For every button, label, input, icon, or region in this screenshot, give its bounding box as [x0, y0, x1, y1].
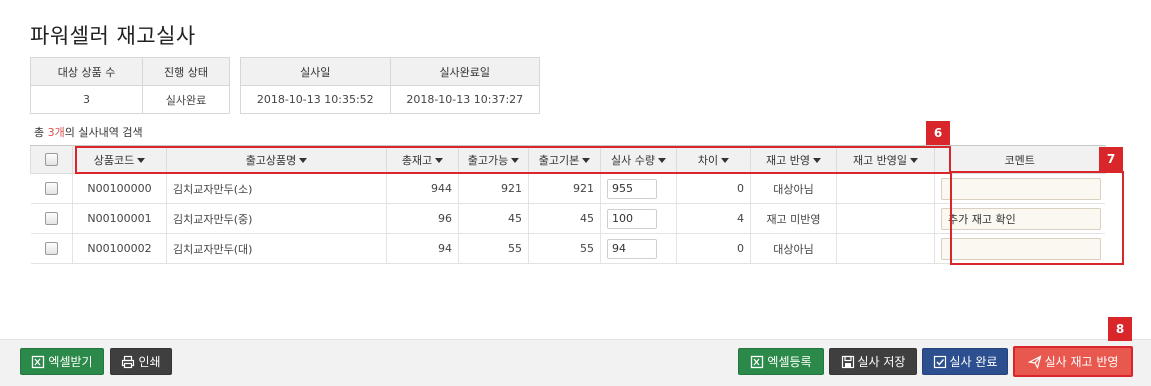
row-checkbox[interactable] — [44, 182, 58, 196]
save-icon — [841, 355, 854, 368]
summary-header-complete-date: 실사완료일 — [389, 57, 540, 86]
annotation-badge-7: 7 — [1099, 147, 1123, 171]
stock-apply-status: 대상아님 — [750, 173, 837, 204]
check-square-icon — [933, 355, 946, 368]
audit-qty-input[interactable] — [607, 238, 657, 259]
complete-audit-label: 실사 완료 — [949, 355, 998, 369]
audit-qty-input[interactable] — [607, 178, 657, 199]
excel-icon — [32, 355, 45, 368]
annotation-badge-8: 8 — [1108, 317, 1132, 341]
summary-table-dates: 실사일 실사완료일 2018-10-13 10:35:52 2018-10-13… — [240, 57, 540, 114]
product-name: 김치교자만두(소) — [166, 173, 387, 204]
stock-apply-status: 대상아님 — [750, 233, 837, 264]
total-stock: 94 — [386, 233, 459, 264]
complete-audit-button[interactable]: 실사 완료 — [922, 348, 1008, 375]
row-checkbox[interactable] — [44, 242, 58, 256]
base-stock: 921 — [528, 173, 601, 204]
diff: 0 — [676, 173, 751, 204]
summary-complete-date: 2018-10-13 10:37:27 — [389, 85, 540, 114]
audit-qty-cell — [600, 233, 677, 264]
product-name: 김치교자만두(대) — [166, 233, 387, 264]
summary-audit-date: 2018-10-13 10:35:52 — [240, 85, 391, 114]
product-code: N00100002 — [72, 233, 167, 264]
summary-header-audit-date: 실사일 — [240, 57, 391, 86]
apply-date — [836, 233, 935, 264]
apply-stock-button[interactable]: 실사 재고 반영 — [1013, 346, 1133, 377]
apply-date — [836, 203, 935, 234]
row-checkbox[interactable] — [44, 212, 58, 226]
save-audit-button[interactable]: 실사 저장 — [829, 348, 917, 375]
stock-apply-status: 재고 미반영 — [750, 203, 837, 234]
available-stock: 55 — [458, 233, 529, 264]
print-button[interactable]: 인쇄 — [110, 348, 172, 375]
col-comment-label: 코멘트 — [1004, 153, 1035, 167]
audit-qty-input[interactable] — [607, 208, 657, 229]
total-stock: 96 — [386, 203, 459, 234]
row-checkbox-cell[interactable] — [30, 203, 73, 234]
save-audit-label: 실사 저장 — [857, 355, 906, 369]
summary-target-count: 3 — [29, 85, 144, 114]
summary-progress: 실사완료 — [142, 85, 230, 114]
print-label: 인쇄 — [138, 355, 161, 369]
page-title: 파워셀러 재고실사 — [30, 24, 196, 48]
table-row: N00100000 김치교자만두(소) 944 921 921 0 대상아님 — [30, 173, 1105, 204]
result-count: 3개 — [47, 126, 65, 139]
base-stock: 45 — [528, 203, 601, 234]
apply-stock-label: 실사 재고 반영 — [1044, 355, 1119, 369]
annotation-box-columns — [75, 146, 951, 174]
product-name: 김치교자만두(중) — [166, 203, 387, 234]
annotation-box-comment — [950, 171, 1124, 265]
footer-toolbar: 엑셀받기 인쇄 엑셀등록 실사 저장 실사 완료 실사 재고 반영 — [0, 339, 1151, 386]
row-checkbox-cell[interactable] — [30, 233, 73, 264]
audit-qty-cell — [600, 203, 677, 234]
col-comment: 코멘트 — [934, 145, 1106, 174]
select-all-checkbox[interactable] — [45, 153, 58, 167]
table-row: N00100001 김치교자만두(중) 96 45 45 4 재고 미반영 — [30, 203, 1105, 234]
available-stock: 45 — [458, 203, 529, 234]
excel-download-label: 엑셀받기 — [48, 355, 93, 369]
product-code: N00100001 — [72, 203, 167, 234]
audit-qty-cell — [600, 173, 677, 204]
summary-header-target-count: 대상 상품 수 — [29, 57, 144, 86]
diff: 0 — [676, 233, 751, 264]
available-stock: 921 — [458, 173, 529, 204]
summary-table-status: 대상 상품 수 진행 상태 3 실사완료 — [29, 57, 230, 114]
select-all-header[interactable] — [30, 145, 73, 174]
total-stock: 944 — [386, 173, 459, 204]
excel-upload-label: 엑셀등록 — [767, 355, 812, 369]
result-suffix: 의 실사내역 검색 — [64, 126, 143, 139]
result-count-line: 총 3개의 실사내역 검색 — [34, 124, 143, 140]
diff: 4 — [676, 203, 751, 234]
table-row: N00100002 김치교자만두(대) 94 55 55 0 대상아님 — [30, 233, 1105, 264]
excel-download-button[interactable]: 엑셀받기 — [20, 348, 104, 375]
printer-icon — [122, 355, 135, 368]
apply-date — [836, 173, 935, 204]
result-prefix: 총 — [34, 126, 48, 139]
product-code: N00100000 — [72, 173, 167, 204]
base-stock: 55 — [528, 233, 601, 264]
excel-icon — [751, 355, 764, 368]
row-checkbox-cell[interactable] — [30, 173, 73, 204]
summary-header-progress: 진행 상태 — [142, 57, 230, 86]
excel-upload-button[interactable]: 엑셀등록 — [738, 348, 824, 375]
annotation-badge-6: 6 — [926, 121, 950, 145]
paper-plane-icon — [1027, 354, 1041, 369]
